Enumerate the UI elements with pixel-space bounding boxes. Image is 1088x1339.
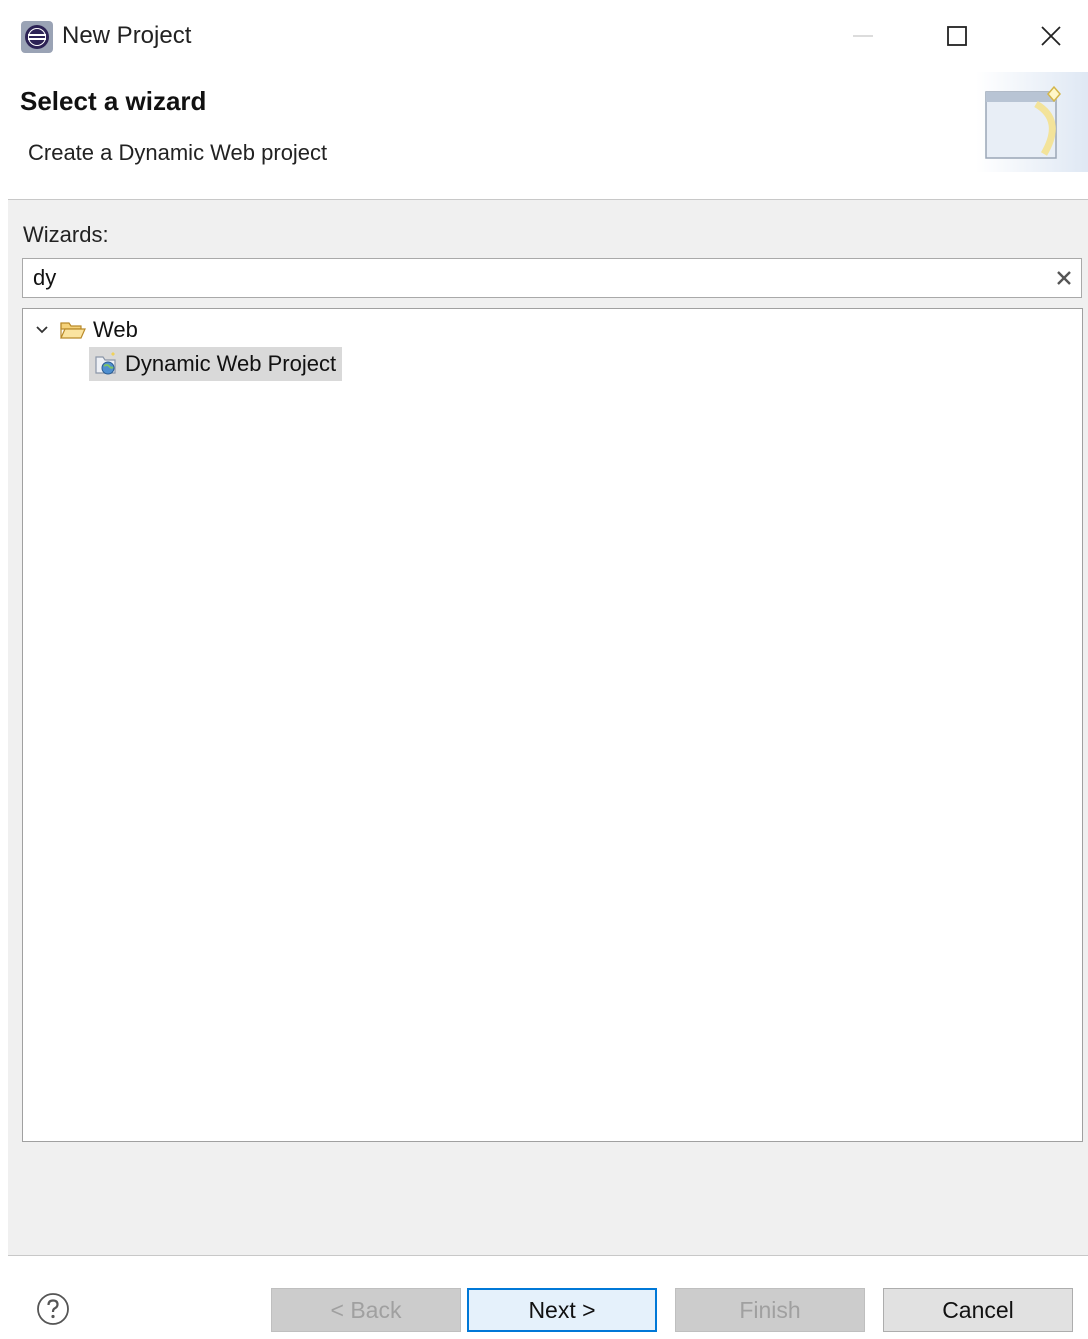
back-button[interactable]: < Back	[271, 1288, 461, 1332]
tree-node-label: Web	[93, 317, 138, 342]
dynamic-web-project-icon	[93, 351, 119, 377]
page-title: Select a wizard	[20, 86, 207, 116]
clear-icon[interactable]	[1053, 267, 1075, 289]
new-wizard-banner-icon	[976, 72, 1088, 172]
eclipse-icon	[20, 20, 54, 54]
wizard-filter-box	[22, 258, 1082, 298]
next-button[interactable]: Next >	[467, 1288, 657, 1332]
maximize-button[interactable]	[932, 14, 982, 58]
page-description: Create a Dynamic Web project	[28, 140, 328, 165]
folder-open-icon	[59, 319, 87, 341]
tree-node-label: Dynamic Web Project	[125, 351, 337, 376]
cancel-button[interactable]: Cancel	[883, 1288, 1073, 1332]
wizard-tree[interactable]: Web Dynamic Web Project	[22, 308, 1083, 1142]
tree-node-dynamic-web-project[interactable]: Dynamic Web Project	[89, 347, 343, 381]
window-title: New Project	[62, 22, 192, 49]
chevron-down-icon[interactable]	[31, 319, 53, 341]
button-bar: < Back Next > Finish Cancel	[0, 1256, 1088, 1339]
wizard-filter-input[interactable]	[33, 263, 1033, 293]
title-bar: New Project	[0, 0, 1088, 72]
tree-node-web[interactable]: Web	[31, 315, 138, 345]
wizard-header: Select a wizard Create a Dynamic Web pro…	[0, 72, 1088, 200]
minimize-button[interactable]	[838, 14, 888, 58]
finish-button[interactable]: Finish	[675, 1288, 865, 1332]
wizards-label: Wizards:	[23, 222, 109, 247]
help-icon[interactable]	[36, 1292, 70, 1326]
wizard-body: Wizards: Web	[8, 200, 1088, 1255]
close-button[interactable]	[1026, 14, 1076, 58]
